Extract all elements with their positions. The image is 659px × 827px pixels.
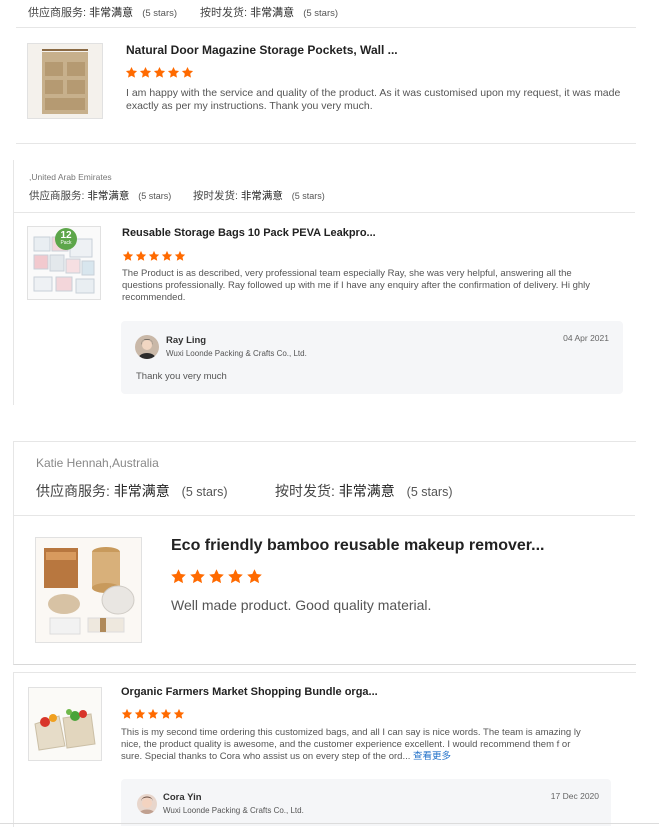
view-more-link[interactable]: 查看更多	[413, 751, 451, 762]
star-icon	[148, 249, 160, 267]
supplier-value: 非常满意	[89, 7, 134, 19]
reply-name: Cora Yin	[163, 792, 202, 803]
reply-name: Ray Ling	[166, 335, 207, 346]
buyer-name: ,United Arab Emirates	[29, 172, 112, 182]
star-icon	[170, 568, 187, 590]
star-icon	[122, 249, 134, 267]
divider	[14, 515, 635, 516]
product-title[interactable]: Reusable Storage Bags 10 Pack PEVA Leakp…	[122, 227, 376, 239]
product-title[interactable]: Eco friendly bamboo reusable makeup remo…	[171, 537, 544, 555]
supplier-stars-text: (5 stars)	[142, 8, 178, 19]
delivery-label: 按时发货:	[275, 483, 335, 499]
rating-stars	[121, 707, 186, 725]
person-avatar-icon	[137, 794, 157, 814]
avatar	[137, 794, 157, 814]
star-icon	[161, 249, 173, 267]
star-icon	[125, 66, 138, 84]
star-icon	[147, 707, 159, 725]
pack-badge-label: Pack	[60, 240, 72, 246]
delivery-label: 按时发货:	[193, 190, 238, 202]
supplier-rating-row: 供应商服务: 非常满意 (5 stars)	[29, 188, 171, 203]
delivery-label: 按时发货:	[200, 7, 248, 19]
pack-badge: 12 Pack	[55, 228, 77, 250]
bamboo-makeup-kit-image	[36, 538, 141, 642]
delivery-rating-row: 按时发货: 非常满意 (5 stars)	[200, 4, 338, 20]
product-title[interactable]: Natural Door Magazine Storage Pockets, W…	[126, 43, 398, 57]
reply-date: 17 Dec 2020	[550, 791, 599, 801]
star-icon	[174, 249, 186, 267]
buyer-name: Katie Hennah,Australia	[36, 456, 159, 470]
star-icon	[139, 66, 152, 84]
delivery-value: 非常满意	[250, 7, 295, 19]
supplier-stars-text: (5 stars)	[181, 485, 228, 499]
supplier-label: 供应商服务:	[29, 190, 85, 202]
supplier-label: 供应商服务:	[36, 483, 110, 499]
rating-stars	[170, 568, 265, 590]
delivery-value: 非常满意	[338, 483, 395, 499]
person-avatar-icon	[135, 335, 159, 359]
star-icon	[134, 707, 146, 725]
divider	[13, 212, 635, 213]
star-icon	[160, 707, 172, 725]
star-icon	[181, 66, 194, 84]
review-text-body: This is my second time ordering this cus…	[121, 727, 581, 762]
hanging-organizer-image	[28, 44, 102, 118]
star-icon	[208, 568, 225, 590]
bottom-divider	[0, 823, 659, 824]
star-icon	[189, 568, 206, 590]
star-icon	[153, 66, 166, 84]
supplier-label: 供应商服务:	[28, 7, 87, 19]
rating-stars	[122, 249, 187, 267]
review-text: The Product is as described, very profes…	[122, 268, 591, 303]
star-icon	[135, 249, 147, 267]
star-icon	[173, 707, 185, 725]
delivery-stars-text: (5 stars)	[406, 485, 453, 499]
star-icon	[246, 568, 263, 590]
delivery-rating-row: 按时发货: 非常满意 (5 stars)	[275, 481, 453, 501]
star-icon	[121, 707, 133, 725]
product-thumbnail[interactable]	[35, 537, 142, 643]
supplier-value: 非常满意	[113, 483, 170, 499]
star-icon	[167, 66, 180, 84]
avatar	[135, 335, 159, 359]
review-text: I am happy with the service and quality …	[126, 87, 621, 113]
produce-bags-image	[29, 688, 101, 760]
product-title[interactable]: Organic Farmers Market Shopping Bundle o…	[121, 686, 378, 698]
rating-stars	[125, 66, 195, 84]
delivery-stars-text: (5 stars)	[303, 8, 339, 19]
product-thumbnail[interactable]	[27, 43, 103, 119]
delivery-value: 非常满意	[240, 190, 283, 202]
reply-date: 04 Apr 2021	[563, 333, 609, 343]
star-icon	[227, 568, 244, 590]
supplier-reply: Ray Ling Wuxi Loonde Packing & Crafts Co…	[121, 321, 623, 394]
delivery-stars-text: (5 stars)	[291, 191, 325, 201]
reply-company: Wuxi Loonde Packing & Crafts Co., Ltd.	[163, 806, 304, 815]
supplier-rating-row: 供应商服务: 非常满意 (5 stars)	[36, 481, 228, 501]
reply-text: Thank you very much	[136, 371, 227, 382]
supplier-stars-text: (5 stars)	[138, 191, 172, 201]
review-text: This is my second time ordering this cus…	[121, 727, 587, 763]
divider	[16, 27, 636, 28]
supplier-reply: Cora Yin Wuxi Loonde Packing & Crafts Co…	[121, 779, 611, 826]
supplier-value: 非常满意	[87, 190, 130, 202]
product-thumbnail[interactable]	[28, 687, 102, 761]
review-text: Well made product. Good quality material…	[171, 597, 432, 613]
supplier-rating-row: 供应商服务: 非常满意 (5 stars)	[28, 4, 177, 20]
reply-company: Wuxi Loonde Packing & Crafts Co., Ltd.	[166, 349, 307, 358]
divider	[16, 143, 636, 144]
delivery-rating-row: 按时发货: 非常满意 (5 stars)	[193, 188, 325, 203]
product-thumbnail[interactable]: 12 Pack	[27, 226, 101, 300]
